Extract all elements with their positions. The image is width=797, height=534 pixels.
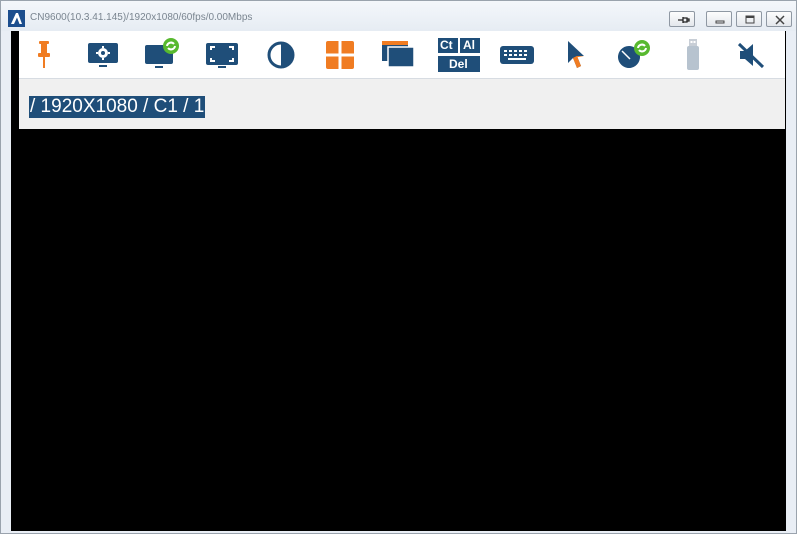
speaker-mute-icon[interactable]	[732, 37, 768, 73]
grid-icon[interactable]	[322, 37, 358, 73]
frame-edge-left	[11, 31, 19, 129]
session-info-text[interactable]: / 1920X1080 / C1 / 1	[29, 96, 206, 118]
title-bar[interactable]: CN9600(10.3.41.145)/1920x1080/60fps/0.00…	[1, 1, 796, 31]
monitor-gear-icon[interactable]	[85, 37, 121, 73]
maximize-button[interactable]	[736, 11, 762, 27]
window-icon[interactable]	[380, 37, 416, 73]
ctrl-key-label: Ct	[440, 38, 453, 52]
fullscreen-icon[interactable]	[204, 37, 240, 73]
control-toolbar: Ct Al Del	[19, 31, 785, 79]
del-key-label: Del	[449, 57, 468, 71]
remote-video-viewport[interactable]	[11, 129, 786, 531]
usb-icon[interactable]	[675, 37, 711, 73]
cursor-icon[interactable]	[560, 37, 596, 73]
close-button[interactable]	[766, 11, 792, 27]
monitor-refresh-icon[interactable]	[144, 37, 180, 73]
app-logo-icon	[8, 10, 25, 27]
session-info-bar: / 1920X1080 / C1 / 1	[19, 79, 785, 130]
minimize-button[interactable]	[706, 11, 732, 27]
window-title: CN9600(10.3.41.145)/1920x1080/60fps/0.00…	[30, 12, 253, 23]
ctrl-alt-del-icon[interactable]: Ct Al Del	[437, 37, 481, 73]
pushpin-icon[interactable]	[29, 37, 65, 73]
pin-window-button[interactable]	[669, 11, 695, 27]
kvm-viewer-window: CN9600(10.3.41.145)/1920x1080/60fps/0.00…	[0, 0, 797, 534]
alt-key-label: Al	[463, 38, 475, 52]
keyboard-icon[interactable]	[499, 37, 535, 73]
contrast-icon[interactable]	[263, 37, 299, 73]
mouse-refresh-icon[interactable]	[616, 37, 652, 73]
frame-edge-right	[785, 31, 786, 129]
